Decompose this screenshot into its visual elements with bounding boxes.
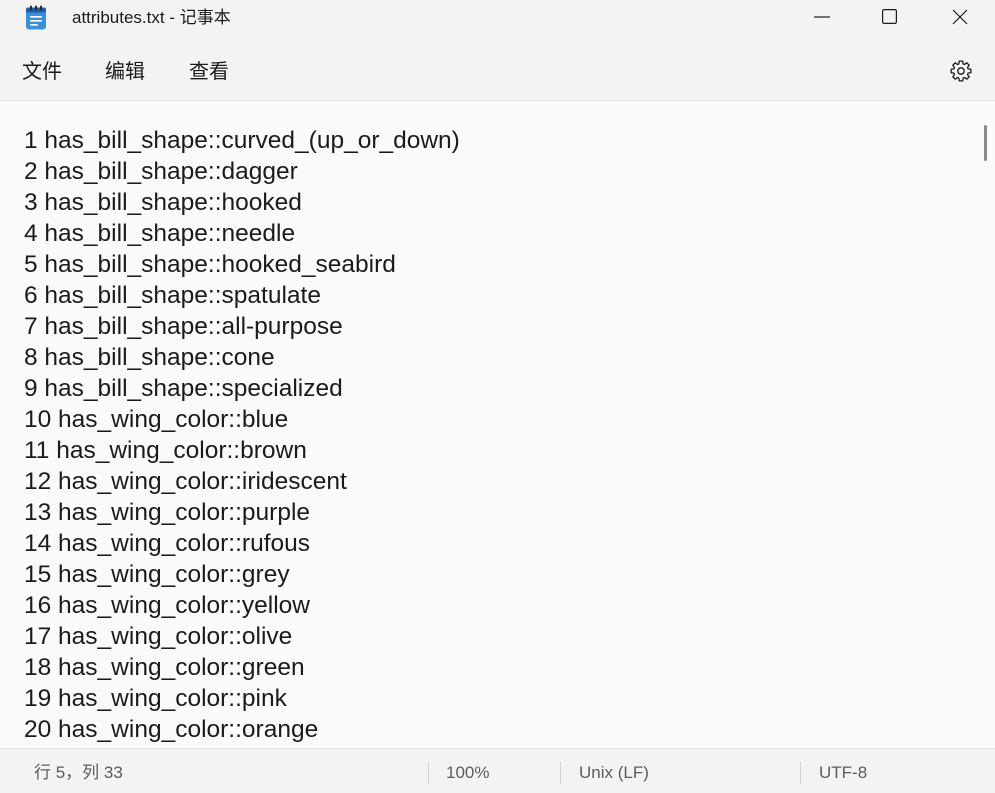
menu-view[interactable]: 查看 bbox=[177, 52, 241, 92]
text-line[interactable]: 11 has_wing_color::brown bbox=[24, 435, 975, 466]
text-line[interactable]: 3 has_bill_shape::hooked bbox=[24, 187, 975, 218]
text-line[interactable]: 7 has_bill_shape::all-purpose bbox=[24, 311, 975, 342]
status-cursor-position: 行 5，列 33 bbox=[34, 763, 123, 782]
text-line[interactable]: 5 has_bill_shape::hooked_seabird bbox=[24, 249, 975, 280]
menu-edit[interactable]: 编辑 bbox=[93, 52, 157, 92]
text-line[interactable]: 6 has_bill_shape::spatulate bbox=[24, 280, 975, 311]
text-line[interactable]: 12 has_wing_color::iridescent bbox=[24, 466, 975, 497]
minimize-button[interactable] bbox=[788, 0, 855, 33]
status-zoom: 100% bbox=[446, 763, 490, 782]
text-line[interactable]: 19 has_wing_color::pink bbox=[24, 683, 975, 714]
text-line[interactable]: 18 has_wing_color::green bbox=[24, 652, 975, 683]
gear-icon bbox=[950, 60, 972, 82]
status-bar: 行 5，列 33 100% Unix (LF) UTF-8 bbox=[0, 749, 995, 793]
text-line[interactable]: 1 has_bill_shape::curved_(up_or_down) bbox=[24, 125, 975, 156]
status-separator bbox=[428, 762, 429, 784]
notepad-window: attributes.txt - 记事本 文件 编辑 查看 1 has_bill… bbox=[0, 0, 995, 793]
text-line[interactable]: 17 has_wing_color::olive bbox=[24, 621, 975, 652]
status-encoding: UTF-8 bbox=[819, 763, 868, 782]
text-line[interactable]: 8 has_bill_shape::cone bbox=[24, 342, 975, 373]
vertical-scrollbar[interactable] bbox=[980, 101, 992, 748]
menu-bar: 文件 编辑 查看 bbox=[0, 36, 995, 100]
close-button[interactable] bbox=[924, 0, 995, 33]
settings-button[interactable] bbox=[941, 51, 981, 91]
notepad-icon bbox=[26, 5, 46, 30]
title-bar[interactable]: attributes.txt - 记事本 bbox=[0, 0, 995, 36]
maximize-icon bbox=[882, 9, 897, 24]
status-separator bbox=[800, 762, 801, 784]
text-line[interactable]: 4 has_bill_shape::needle bbox=[24, 218, 975, 249]
text-line[interactable]: 13 has_wing_color::purple bbox=[24, 497, 975, 528]
scrollbar-thumb[interactable] bbox=[984, 125, 987, 161]
text-line[interactable]: 16 has_wing_color::yellow bbox=[24, 590, 975, 621]
close-icon bbox=[952, 9, 967, 24]
text-line[interactable]: 10 has_wing_color::blue bbox=[24, 404, 975, 435]
maximize-button[interactable] bbox=[855, 0, 924, 33]
text-line[interactable]: 15 has_wing_color::grey bbox=[24, 559, 975, 590]
minimize-icon bbox=[813, 15, 830, 18]
text-content[interactable]: 1 has_bill_shape::curved_(up_or_down) 2 … bbox=[24, 125, 975, 745]
text-line[interactable]: 20 has_wing_color::orange bbox=[24, 714, 975, 745]
text-line[interactable]: 2 has_bill_shape::dagger bbox=[24, 156, 975, 187]
status-separator bbox=[560, 762, 561, 784]
text-line[interactable]: 14 has_wing_color::rufous bbox=[24, 528, 975, 559]
window-title: attributes.txt - 记事本 bbox=[72, 8, 231, 27]
status-line-ending: Unix (LF) bbox=[579, 763, 649, 782]
menu-file[interactable]: 文件 bbox=[10, 52, 74, 92]
text-editor[interactable]: 1 has_bill_shape::curved_(up_or_down) 2 … bbox=[0, 101, 995, 748]
text-line[interactable]: 9 has_bill_shape::specialized bbox=[24, 373, 975, 404]
